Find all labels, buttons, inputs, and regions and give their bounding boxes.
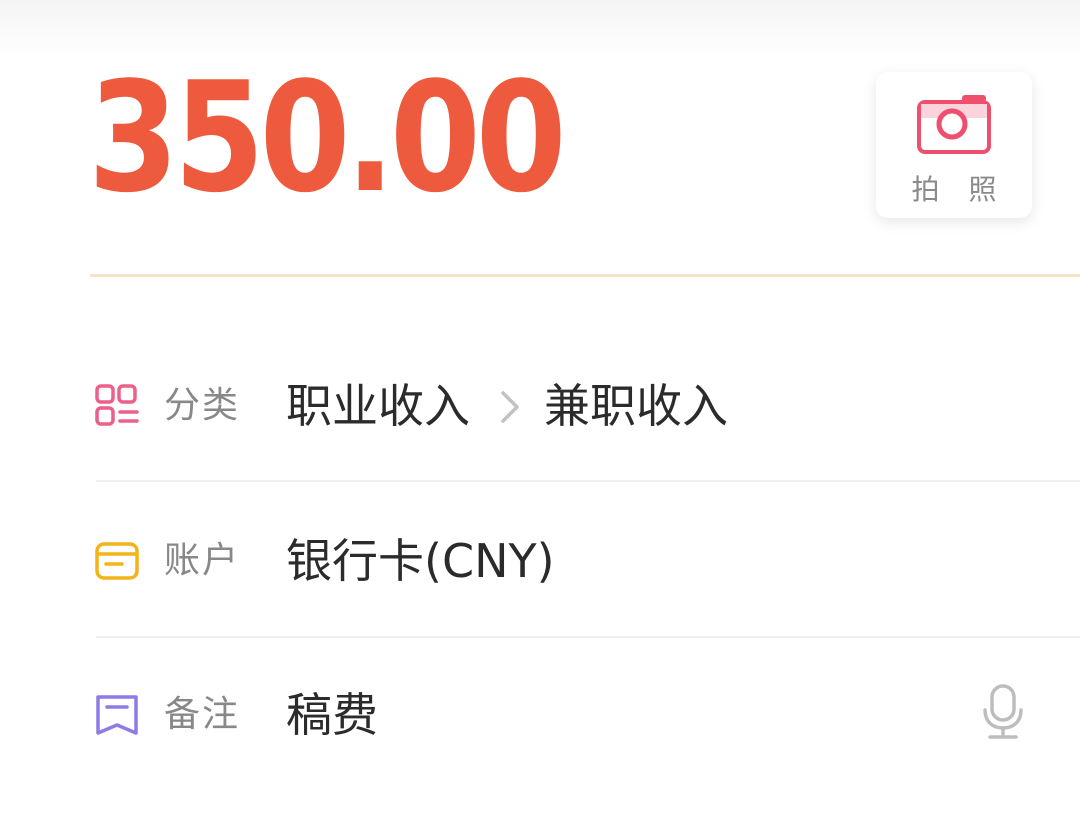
account-label: 账户 [164, 540, 241, 581]
photo-label: 拍 照 [911, 173, 1007, 206]
note-value[interactable]: 稿费 [286, 688, 378, 742]
photo-button[interactable]: 拍 照 [876, 72, 1032, 218]
note-row[interactable]: 备注 稿费 [0, 664, 1080, 764]
category-child-value: 兼职收入 [544, 379, 728, 433]
amount-display[interactable]: 350.00 [88, 62, 567, 214]
category-label: 分类 [164, 385, 241, 426]
chevron-right-icon [501, 391, 519, 423]
category-parent-value: 职业收入 [286, 379, 470, 433]
row-divider [96, 636, 1080, 638]
row-divider [96, 480, 1080, 482]
category-row[interactable]: 分类 职业收入 兼职收入 [0, 355, 1080, 455]
account-row[interactable]: 账户 银行卡(CNY) [0, 510, 1080, 610]
bookmark-icon [96, 695, 138, 735]
microphone-icon[interactable] [980, 684, 1026, 742]
camera-icon [917, 95, 991, 154]
account-value: 银行卡(CNY) [286, 534, 555, 588]
amount-divider [90, 274, 1080, 277]
category-grid-icon [95, 384, 139, 426]
note-label: 备注 [164, 694, 241, 735]
card-icon [95, 542, 139, 580]
